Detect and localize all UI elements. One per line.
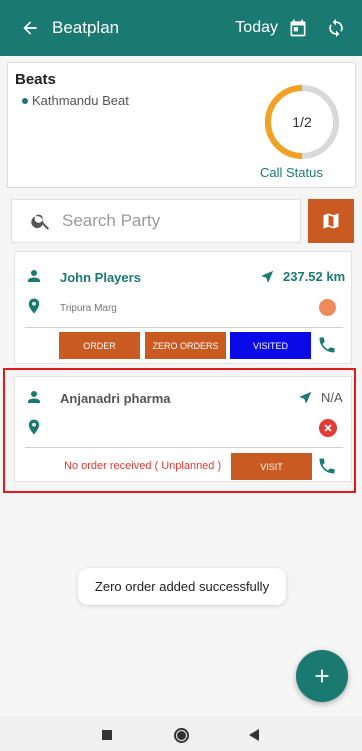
page-title: Beatplan bbox=[52, 18, 120, 37]
navigation-icon bbox=[261, 270, 274, 283]
beats-heading: Beats bbox=[15, 71, 56, 88]
search-icon bbox=[31, 214, 50, 230]
zero-orders-button[interactable]: ZERO ORDERS bbox=[145, 332, 226, 359]
beat-name: Kathmandu Beat bbox=[22, 93, 129, 108]
party-address: Tripura Marg bbox=[60, 303, 117, 314]
map-icon bbox=[323, 213, 339, 229]
status-indicator-icon bbox=[319, 299, 336, 316]
toast-message: Zero order added successfully bbox=[78, 568, 286, 605]
call-status-value: 1/2 bbox=[292, 114, 312, 130]
selection-highlight bbox=[3, 368, 356, 493]
party-name[interactable]: John Players bbox=[60, 270, 141, 285]
calendar-icon[interactable] bbox=[286, 0, 310, 56]
plus-icon bbox=[315, 669, 329, 683]
beat-name-label: Kathmandu Beat bbox=[32, 93, 129, 108]
app-bar: Beatplan Today bbox=[0, 0, 362, 56]
person-icon bbox=[28, 270, 40, 282]
system-nav-bar bbox=[0, 716, 362, 751]
beats-card: Beats Kathmandu Beat 1/2 Call Status bbox=[7, 62, 356, 188]
location-pin-icon bbox=[28, 298, 40, 314]
distance-value: 237.52 km bbox=[283, 269, 346, 284]
bullet-dot bbox=[22, 97, 28, 104]
party-distance: 237.52 km bbox=[260, 269, 345, 284]
add-button[interactable] bbox=[296, 650, 348, 702]
party-card-john-players[interactable]: John Players 237.52 km Tripura Marg ORDE… bbox=[14, 251, 352, 364]
divider bbox=[25, 327, 343, 328]
today-label[interactable]: Today bbox=[235, 19, 278, 37]
back-arrow-icon[interactable] bbox=[8, 0, 52, 56]
call-status-label: Call Status bbox=[260, 165, 323, 180]
recents-icon[interactable] bbox=[102, 730, 112, 740]
map-button[interactable] bbox=[308, 199, 354, 243]
back-icon[interactable] bbox=[249, 729, 259, 741]
call-status-ring: 1/2 bbox=[263, 83, 341, 161]
visited-button[interactable]: VISITED bbox=[230, 332, 311, 359]
search-input[interactable] bbox=[62, 211, 282, 231]
home-icon[interactable] bbox=[174, 728, 189, 743]
order-button[interactable]: ORDER bbox=[59, 332, 140, 359]
phone-icon[interactable] bbox=[317, 335, 337, 355]
search-bar bbox=[11, 199, 301, 243]
sync-icon[interactable] bbox=[324, 0, 348, 56]
